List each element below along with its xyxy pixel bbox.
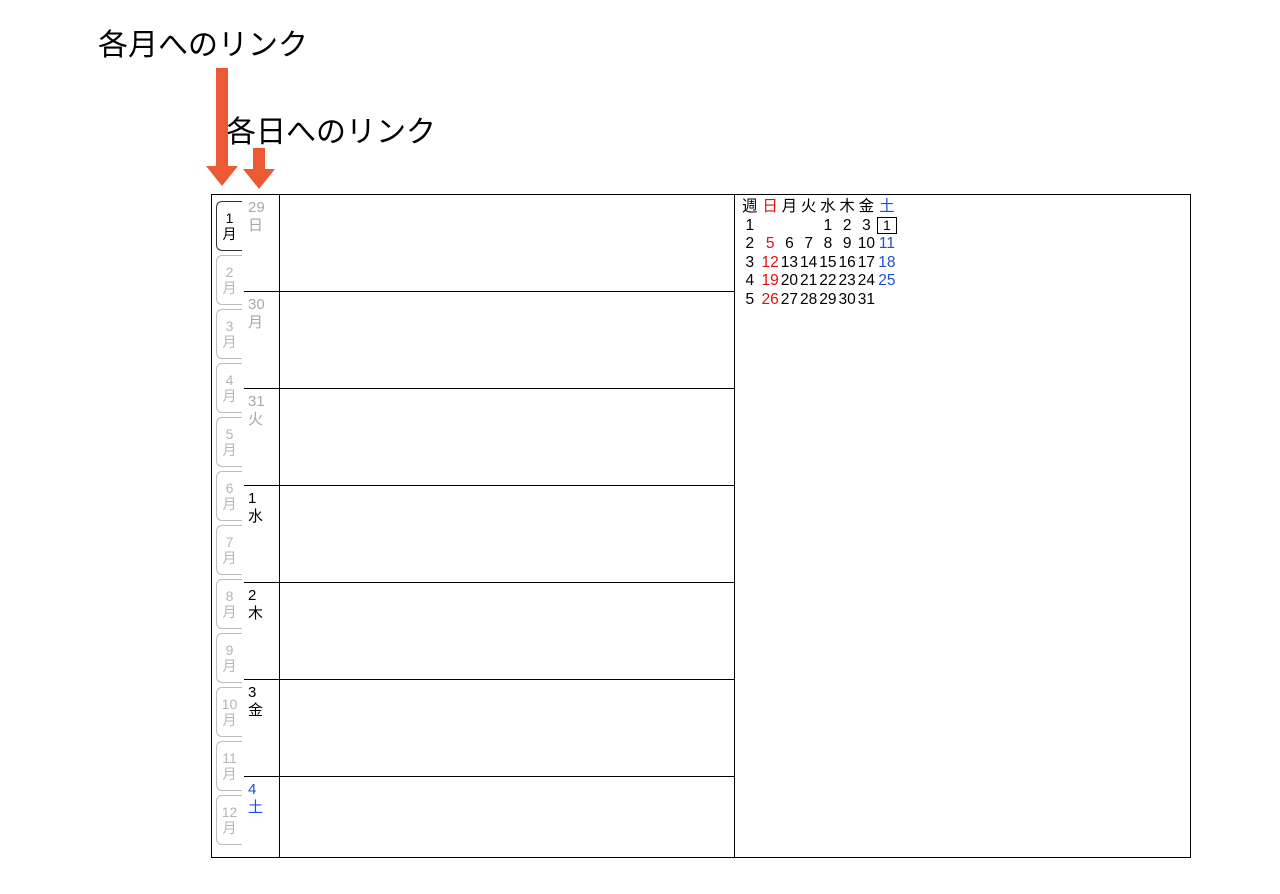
- month-tab-10[interactable]: 10月: [216, 687, 242, 737]
- day-link-2[interactable]: 2木: [244, 583, 279, 680]
- month-tab-6[interactable]: 6月: [216, 471, 242, 521]
- minical-header-2[interactable]: 月: [780, 198, 799, 217]
- day-link-4[interactable]: 4土: [244, 777, 279, 857]
- month-tab-12[interactable]: 12月: [216, 795, 242, 845]
- minical-day[interactable]: 30: [838, 291, 857, 310]
- minical-day[interactable]: 24: [857, 272, 876, 291]
- day-column: 29日30月31火1水2木3金4土: [244, 195, 280, 857]
- minical-day[interactable]: 18: [876, 254, 898, 273]
- minical-day[interactable]: 16: [838, 254, 857, 273]
- minical-week-2[interactable]: 2: [741, 235, 761, 254]
- day-body-3[interactable]: [280, 680, 734, 777]
- month-tab-1[interactable]: 1月: [216, 201, 242, 251]
- minical-day[interactable]: 9: [838, 235, 857, 254]
- minical-day[interactable]: 17: [857, 254, 876, 273]
- minical-header-6[interactable]: 金: [857, 198, 876, 217]
- minical-day[interactable]: 15: [818, 254, 837, 273]
- minical-day[interactable]: 31: [857, 291, 876, 310]
- minical-header-1[interactable]: 日: [761, 198, 780, 217]
- day-body-2[interactable]: [280, 583, 734, 680]
- minical-day: [799, 217, 818, 236]
- day-link-31[interactable]: 31火: [244, 389, 279, 486]
- minical-day[interactable]: 2: [838, 217, 857, 236]
- day-body-1[interactable]: [280, 486, 734, 583]
- month-tab-2[interactable]: 2月: [216, 255, 242, 305]
- day-link-29[interactable]: 29日: [244, 195, 279, 292]
- minical-day[interactable]: 22: [818, 272, 837, 291]
- day-link-3[interactable]: 3金: [244, 680, 279, 777]
- minical-day[interactable]: 14: [799, 254, 818, 273]
- minical-week-5[interactable]: 5: [741, 291, 761, 310]
- minical-day[interactable]: 8: [818, 235, 837, 254]
- minical-week-1[interactable]: 1: [741, 217, 761, 236]
- month-tab-5[interactable]: 5月: [216, 417, 242, 467]
- calendar-frame: 1月2月3月4月5月6月7月8月9月10月11月12月 29日30月31火1水2…: [211, 194, 1191, 858]
- minical-day[interactable]: 20: [780, 272, 799, 291]
- minical-panel: 週日月火水木金土11231256789101131213141516171841…: [735, 195, 1190, 857]
- minical-day[interactable]: 23: [838, 272, 857, 291]
- minical-day[interactable]: 27: [780, 291, 799, 310]
- minical-day: [876, 291, 898, 310]
- day-body-31[interactable]: [280, 389, 734, 486]
- minical-day: [761, 217, 780, 236]
- month-tab-8[interactable]: 8月: [216, 579, 242, 629]
- day-body-29[interactable]: [280, 195, 734, 292]
- annotation-days-label: 各日へのリンク: [226, 107, 436, 151]
- minical-day[interactable]: 21: [799, 272, 818, 291]
- week-body-column: [280, 195, 735, 857]
- minical-day[interactable]: 6: [780, 235, 799, 254]
- minical-day[interactable]: 29: [818, 291, 837, 310]
- month-tab-4[interactable]: 4月: [216, 363, 242, 413]
- annotation-months-label: 各月へのリンク: [98, 20, 308, 64]
- minical-header-4[interactable]: 水: [818, 198, 837, 217]
- mini-calendar: 週日月火水木金土11231256789101131213141516171841…: [741, 198, 1184, 310]
- arrow-months-icon: [216, 68, 228, 168]
- minical-day[interactable]: 11: [876, 235, 898, 254]
- month-tab-7[interactable]: 7月: [216, 525, 242, 575]
- minical-day[interactable]: 5: [761, 235, 780, 254]
- minical-day[interactable]: 12: [761, 254, 780, 273]
- minical-day[interactable]: 28: [799, 291, 818, 310]
- arrow-days-icon: [253, 148, 265, 171]
- minical-header-0: 週: [741, 198, 761, 217]
- minical-header-3[interactable]: 火: [799, 198, 818, 217]
- minical-week-3[interactable]: 3: [741, 254, 761, 273]
- minical-day[interactable]: 7: [799, 235, 818, 254]
- month-tab-11[interactable]: 11月: [216, 741, 242, 791]
- day-body-4[interactable]: [280, 777, 734, 857]
- minical-day[interactable]: 25: [876, 272, 898, 291]
- minical-day[interactable]: 1: [818, 217, 837, 236]
- day-link-1[interactable]: 1水: [244, 486, 279, 583]
- minical-header-5[interactable]: 木: [838, 198, 857, 217]
- month-tabs-column: 1月2月3月4月5月6月7月8月9月 10月 11月 12月: [212, 195, 244, 857]
- minical-header-7[interactable]: 土: [876, 198, 898, 217]
- minical-day[interactable]: 3: [857, 217, 876, 236]
- minical-day[interactable]: 19: [761, 272, 780, 291]
- day-body-30[interactable]: [280, 292, 734, 389]
- month-tab-3[interactable]: 3月: [216, 309, 242, 359]
- minical-week-4[interactable]: 4: [741, 272, 761, 291]
- month-tab-9[interactable]: 9月: [216, 633, 242, 683]
- minical-day[interactable]: 10: [857, 235, 876, 254]
- minical-day: [780, 217, 799, 236]
- minical-day[interactable]: 1: [876, 217, 898, 236]
- day-link-30[interactable]: 30月: [244, 292, 279, 389]
- minical-day[interactable]: 13: [780, 254, 799, 273]
- minical-day[interactable]: 26: [761, 291, 780, 310]
